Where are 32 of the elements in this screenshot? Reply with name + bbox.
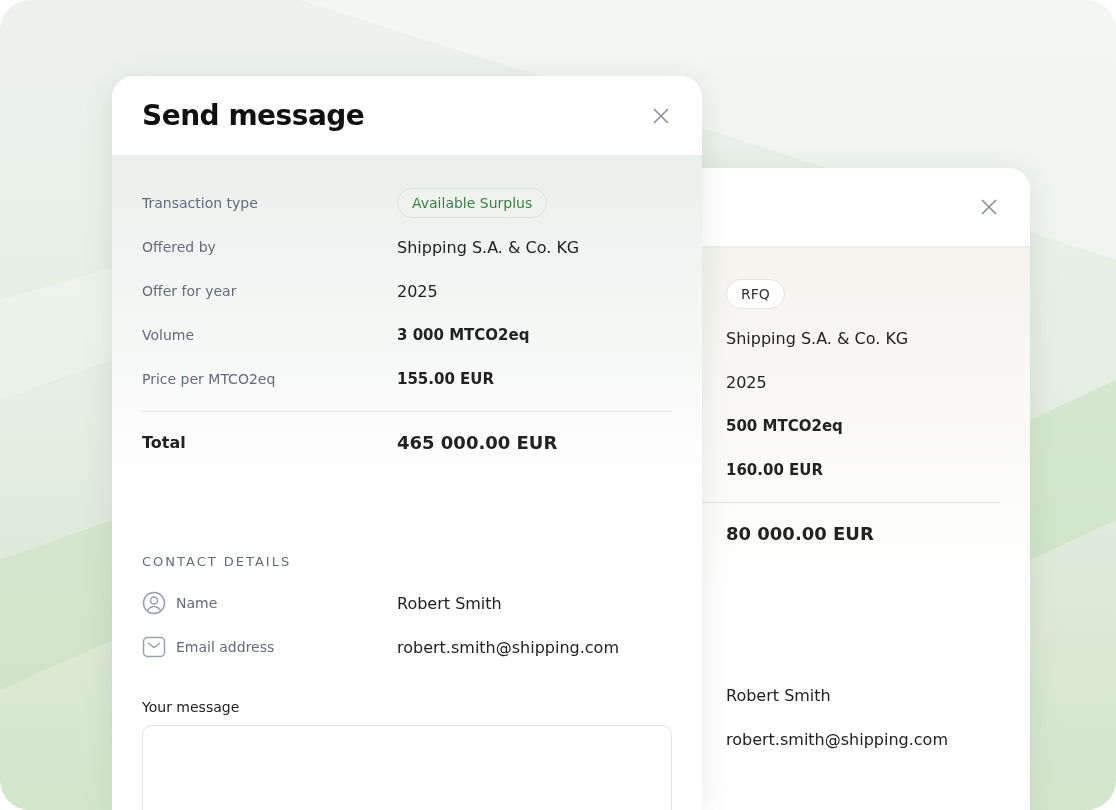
contact-value: robert.smith@shipping.com [726,729,948,749]
message-field[interactable] [142,725,672,810]
detail-value: 2025 [726,372,767,392]
detail-value: Shipping S.A. & Co. KG [726,328,909,348]
transaction-tag: RFQ [726,279,785,309]
detail-value: 155.00 EUR [397,370,496,388]
total-value: 80 000.00 EUR [726,522,874,544]
close-icon [652,106,670,125]
close-icon [980,198,998,216]
detail-value: 3 000 MTCO2eq [397,326,531,344]
detail-value: 2025 [397,281,439,301]
contact-value: robert.smith@shipping.com [397,637,620,657]
contact-value: Robert Smith [726,685,831,705]
detail-value: 500 MTCO2eq [726,417,843,435]
total-value: 465 000.00 EUR [397,431,559,453]
contact-label: Email address [176,639,275,655]
detail-label: Price per MTCO2eq [142,371,277,387]
user-icon [142,591,166,615]
detail-label: Volume [142,327,196,343]
detail-value: 160.00 EUR [726,461,824,479]
message-label: Your message [142,699,241,715]
contact-value: Robert Smith [397,593,503,613]
mail-icon [142,635,166,659]
detail-label: Offer for year [142,283,238,299]
section-heading: CONTACT DETAILS [142,554,293,569]
transaction-tag: Available Surplus [397,188,548,218]
contact-label: Name [176,595,218,611]
detail-label: Transaction type [142,195,259,211]
detail-label: Offered by [142,239,217,255]
total-label: Total [142,432,187,452]
detail-value: Shipping S.A. & Co. KG [397,237,581,257]
dialog-title: Send message [142,99,365,132]
